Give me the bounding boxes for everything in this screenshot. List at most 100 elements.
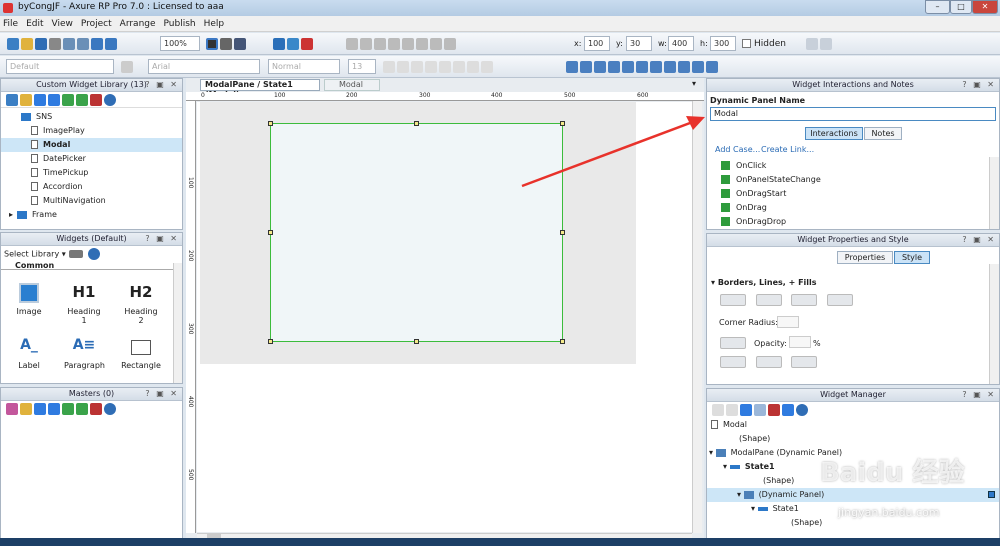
preview-icon[interactable] (273, 38, 285, 50)
move-up-icon[interactable] (34, 94, 46, 106)
order-icon[interactable] (360, 38, 372, 50)
resize-handle-tl[interactable] (268, 121, 273, 126)
move-up-icon[interactable] (740, 404, 752, 416)
group-widgets-icon[interactable] (636, 61, 648, 73)
distribute-icon[interactable] (388, 38, 400, 50)
add-folder-icon[interactable] (20, 403, 32, 415)
panel-controls[interactable]: ? ▣ ✕ (145, 388, 179, 400)
delete-icon[interactable] (90, 94, 102, 106)
inner-shadow-icon[interactable] (755, 356, 782, 368)
copy-icon[interactable] (63, 38, 75, 50)
event-ondragdrop[interactable]: OnDragDrop (721, 215, 989, 229)
menu-publish[interactable]: Publish (161, 16, 199, 32)
new-icon[interactable] (7, 38, 19, 50)
hidden-checkbox[interactable] (742, 39, 751, 48)
close-button[interactable]: ✕ (972, 0, 998, 14)
resize-handle-r[interactable] (560, 230, 565, 235)
pen-icon[interactable] (234, 38, 246, 50)
tab-style[interactable]: Style (894, 251, 930, 264)
text-shadow-icon[interactable] (791, 356, 818, 368)
duplicate-icon[interactable] (726, 404, 738, 416)
minimize-button[interactable]: – (925, 0, 950, 14)
tree-item-frame[interactable]: ▸ Frame (1, 208, 182, 222)
widget-row-modal[interactable]: Modal (707, 418, 999, 432)
resize-handle-b[interactable] (414, 339, 419, 344)
text-color-icon[interactable] (467, 61, 479, 73)
zoom-select[interactable]: 100% (160, 36, 200, 51)
corner-radius-input[interactable] (777, 316, 799, 328)
properties-scrollbar[interactable] (989, 264, 999, 384)
move-down-icon[interactable] (754, 404, 766, 416)
tab-modal-page[interactable]: Modal (324, 79, 380, 91)
events-scrollbar[interactable] (989, 157, 999, 229)
fill-icon[interactable] (402, 38, 414, 50)
tab-notes[interactable]: Notes (864, 127, 902, 140)
delete-icon[interactable] (768, 404, 780, 416)
indent-icon[interactable] (62, 94, 74, 106)
align-right-icon[interactable] (453, 61, 465, 73)
generate-icon[interactable] (301, 38, 313, 50)
widgets-scrollbar[interactable] (173, 263, 182, 383)
font-select[interactable]: Arial (148, 59, 260, 74)
lock-icon[interactable] (806, 38, 818, 50)
widget-row-shape[interactable]: (Shape) (707, 432, 999, 446)
widget-label[interactable]: A_ Label (9, 337, 49, 370)
cut-icon[interactable] (49, 38, 61, 50)
add-state-icon[interactable] (712, 404, 724, 416)
weight-select[interactable]: Normal (268, 59, 340, 74)
widget-image[interactable]: Image (9, 283, 49, 316)
publish-icon[interactable] (287, 38, 299, 50)
distribute-v-icon[interactable] (678, 61, 690, 73)
tree-item-accordion[interactable]: Accordion (1, 180, 182, 194)
open-icon[interactable] (21, 38, 33, 50)
tree-item-multinavigation[interactable]: MultiNavigation (1, 194, 182, 208)
tree-item-modal[interactable]: Modal (1, 138, 182, 152)
align-icon[interactable] (374, 38, 386, 50)
align-middle-icon[interactable] (580, 61, 592, 73)
underline-icon[interactable] (411, 61, 423, 73)
tab-interactions[interactable]: Interactions (805, 127, 863, 140)
align-center-icon[interactable] (439, 61, 451, 73)
widget-row-dynamic-panel[interactable]: ▾ (Dynamic Panel) (707, 488, 999, 502)
menu-project[interactable]: Project (78, 16, 115, 32)
italic-icon[interactable] (397, 61, 409, 73)
paste-icon[interactable] (77, 38, 89, 50)
event-onclick[interactable]: OnClick (721, 159, 989, 173)
w-input[interactable]: 400 (668, 36, 694, 51)
widget-heading1[interactable]: H1 Heading 1 (64, 283, 104, 325)
outdent-icon[interactable] (76, 403, 88, 415)
distribute-h-icon[interactable] (664, 61, 676, 73)
line-pattern-icon[interactable] (791, 294, 818, 306)
panel-controls[interactable]: ? ▣ ✕ (145, 233, 179, 245)
menu-edit[interactable]: Edit (23, 16, 46, 32)
group-icon[interactable] (346, 38, 358, 50)
menu-view[interactable]: View (49, 16, 76, 32)
undo-icon[interactable] (91, 38, 103, 50)
search-icon[interactable] (796, 404, 808, 416)
tree-item-sns[interactable]: SNS (1, 110, 182, 124)
tree-item-datepicker[interactable]: DatePicker (1, 152, 182, 166)
panel-controls[interactable]: ? ▣ ✕ (962, 79, 996, 91)
tab-properties[interactable]: Properties (837, 251, 893, 264)
move-down-icon[interactable] (48, 403, 60, 415)
add-page-icon[interactable] (6, 94, 18, 106)
bold-icon[interactable] (383, 61, 395, 73)
save-icon[interactable] (35, 38, 47, 50)
resize-handle-bl[interactable] (268, 339, 273, 344)
bullet-icon[interactable] (481, 61, 493, 73)
menu-file[interactable]: File (0, 16, 21, 32)
ungroup-icon[interactable] (650, 61, 662, 73)
opacity-input[interactable] (789, 336, 811, 348)
h-input[interactable]: 300 (710, 36, 736, 51)
align-left-icon[interactable] (425, 61, 437, 73)
connector-icon[interactable] (220, 38, 232, 50)
align-top-icon[interactable] (566, 61, 578, 73)
line-width-icon[interactable] (755, 294, 782, 306)
send-back-icon[interactable] (622, 61, 634, 73)
font-size-select[interactable]: 13 (348, 59, 376, 74)
tab-active-page[interactable]: ModalPane / State1 (Modal) (200, 79, 320, 99)
fill-color-icon[interactable] (720, 337, 746, 349)
unlock-widget-icon[interactable] (706, 61, 718, 73)
add-master-icon[interactable] (6, 403, 18, 415)
resize-handle-br[interactable] (560, 339, 565, 344)
